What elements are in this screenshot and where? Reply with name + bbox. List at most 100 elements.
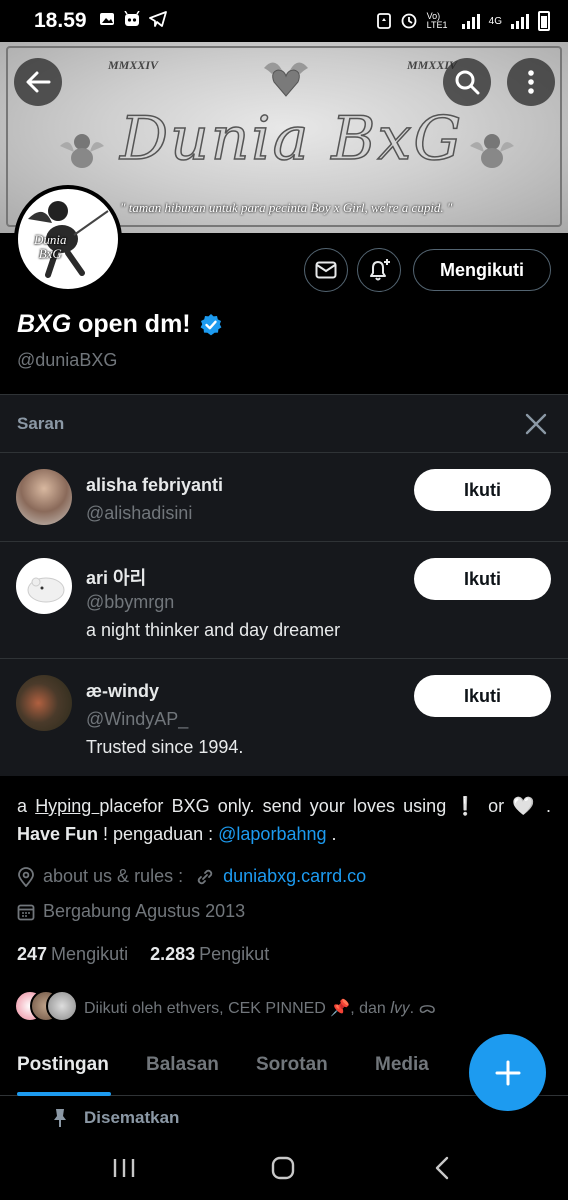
suggestion-avatar[interactable] (16, 558, 72, 614)
back-nav-button[interactable] (422, 1152, 462, 1184)
profile-joined-row: Bergabung Agustus 2013 (17, 901, 245, 922)
profile-handle: @duniaBXG (17, 350, 118, 370)
status-time: 18.59 (34, 9, 87, 32)
avatar-text-line1: Dunia (34, 232, 67, 247)
avatar-text-line2: BxG (38, 246, 62, 261)
profile-name-italic: BXG (17, 310, 72, 338)
winged-heart-icon (264, 62, 308, 97)
banner-tagline: " taman hiburan untuk para pecinta Boy x… (120, 200, 453, 215)
gallery-icon (99, 11, 115, 32)
cupid-right-icon (470, 134, 514, 168)
bio-text: . (326, 824, 337, 844)
message-button[interactable] (304, 248, 348, 292)
suggestion-avatar[interactable] (16, 675, 72, 731)
bio-underlined-text: Hyping (35, 796, 100, 816)
location-pin-icon (18, 866, 34, 887)
tab-replies[interactable]: Balasan (146, 1054, 219, 1076)
profile-avatar[interactable]: Dunia BxG (14, 185, 122, 293)
suggestions-title: Saran (17, 413, 65, 433)
follow-counts: 247 Mengikuti 2.283 Pengikut (17, 944, 269, 965)
bio-bold-text: Have Fun (17, 824, 99, 844)
followers-count-link[interactable]: 2.283 Pengikut (150, 944, 269, 965)
bio-text: placefor BXG only. send your loves using… (99, 796, 552, 816)
profile-website-link[interactable]: duniabxg.carrd.co (223, 866, 366, 887)
banner-roman-left: MMXXIV (108, 58, 159, 72)
suggestion-name[interactable]: ari 아리 (86, 564, 146, 590)
home-button[interactable] (263, 1152, 303, 1184)
avatar (46, 990, 78, 1022)
pin-icon (54, 1109, 66, 1127)
close-suggestions-button[interactable] (521, 409, 551, 439)
suggestion-item[interactable]: ari 아리 @bbymrgn a night thinker and day … (0, 542, 568, 659)
following-count-link[interactable]: 247 Mengikuti (17, 944, 128, 965)
bio-mention-link[interactable]: @laporbahng (218, 824, 326, 844)
alarm-saver-icon (376, 11, 391, 32)
profile-name-rest: open dm! (78, 310, 191, 338)
suggestion-name[interactable]: æ-windy (86, 681, 159, 702)
profile-meta-row: about us & rules : duniabxg.carrd.co (17, 866, 366, 887)
suggestion-name[interactable]: alisha febriyanti (86, 475, 223, 496)
bio-text: ! pengaduan : (98, 824, 219, 844)
avatar-text: Dunia BxG (34, 233, 67, 261)
follow-button[interactable]: Ikuti (414, 675, 551, 717)
network-type-label: 4G (488, 15, 502, 27)
arrow-left-icon (26, 71, 51, 93)
profile-location: about us & rules : (43, 866, 184, 886)
suggestion-item[interactable]: æ-windy @WindyAP_ Trusted since 1994. Ik… (0, 659, 568, 776)
suggestions-header: Saran (0, 395, 568, 453)
suggestion-bio: Trusted since 1994. (86, 737, 244, 757)
back-button[interactable] (14, 58, 62, 106)
link-icon (197, 869, 213, 884)
following-button[interactable]: Mengikuti (413, 249, 551, 291)
avatar-cupid-image (28, 201, 109, 278)
bear-avatar-image (27, 577, 65, 603)
profile-name: BXG open dm! (17, 310, 223, 339)
suggestion-bio: a night thinker and day dreamer (86, 620, 341, 640)
search-button[interactable] (443, 58, 491, 106)
followed-by-text: Diikuti oleh ethvers, CEK PINNED 📌, dan … (84, 1000, 436, 1017)
following-count: 247 (17, 944, 48, 964)
suggestion-item[interactable]: alisha febriyanti @alishadisini Ikuti (0, 453, 568, 542)
followers-count: 2.283 (150, 944, 196, 964)
envelope-icon (315, 261, 337, 279)
android-nav-bar (0, 1140, 568, 1200)
more-options-button[interactable] (507, 58, 555, 106)
suggestion-handle: @bbymrgn (86, 592, 175, 612)
notify-button[interactable] (357, 248, 401, 292)
compose-post-button[interactable] (469, 1034, 546, 1111)
volte-label: Vo) LTE1 (426, 11, 448, 30)
profile-bio: a Hyping placefor BXG only. send your lo… (17, 792, 551, 848)
more-vertical-icon (528, 70, 534, 94)
followed-by-row[interactable]: Diikuti oleh ethvers, CEK PINNED 📌, dan … (14, 990, 436, 1024)
tab-highlights[interactable]: Sorotan (256, 1054, 328, 1076)
signal-icon (461, 13, 480, 29)
profile-joined-date: Bergabung Agustus 2013 (43, 901, 246, 921)
calendar-icon (17, 904, 35, 920)
suggestion-handle: @WindyAP_ (86, 709, 189, 729)
bio-text: a (17, 796, 36, 816)
followed-by-avatars (14, 990, 78, 1024)
alarm-icon (400, 11, 418, 32)
active-tab-indicator (17, 1092, 111, 1096)
suggestion-handle: @alishadisini (86, 503, 193, 523)
verified-badge-icon (200, 313, 222, 335)
home-icon (271, 1156, 295, 1180)
follow-button[interactable]: Ikuti (414, 558, 551, 600)
cupid-left-icon (60, 134, 104, 168)
chevron-left-icon (435, 1156, 449, 1180)
close-icon (525, 413, 547, 434)
follow-suggestions: Saran alisha febriyanti @alishadisini Ik… (0, 394, 568, 776)
banner-logo-text: Dunia BxG (119, 103, 464, 175)
pinned-indicator: Disematkan (52, 1108, 179, 1128)
signal-icon-2 (511, 13, 529, 29)
suggestion-avatar[interactable] (16, 469, 72, 525)
status-bar: 18.59 Vo) LTE1 4G (0, 0, 568, 42)
recent-apps-button[interactable] (104, 1152, 144, 1184)
follow-button[interactable]: Ikuti (414, 469, 551, 511)
recent-apps-icon (113, 1159, 135, 1177)
tab-posts[interactable]: Postingan (17, 1054, 109, 1076)
bell-plus-icon (370, 259, 390, 281)
tab-media[interactable]: Media (375, 1054, 429, 1076)
plus-icon (495, 1060, 520, 1085)
pinned-label: Disematkan (84, 1108, 180, 1127)
